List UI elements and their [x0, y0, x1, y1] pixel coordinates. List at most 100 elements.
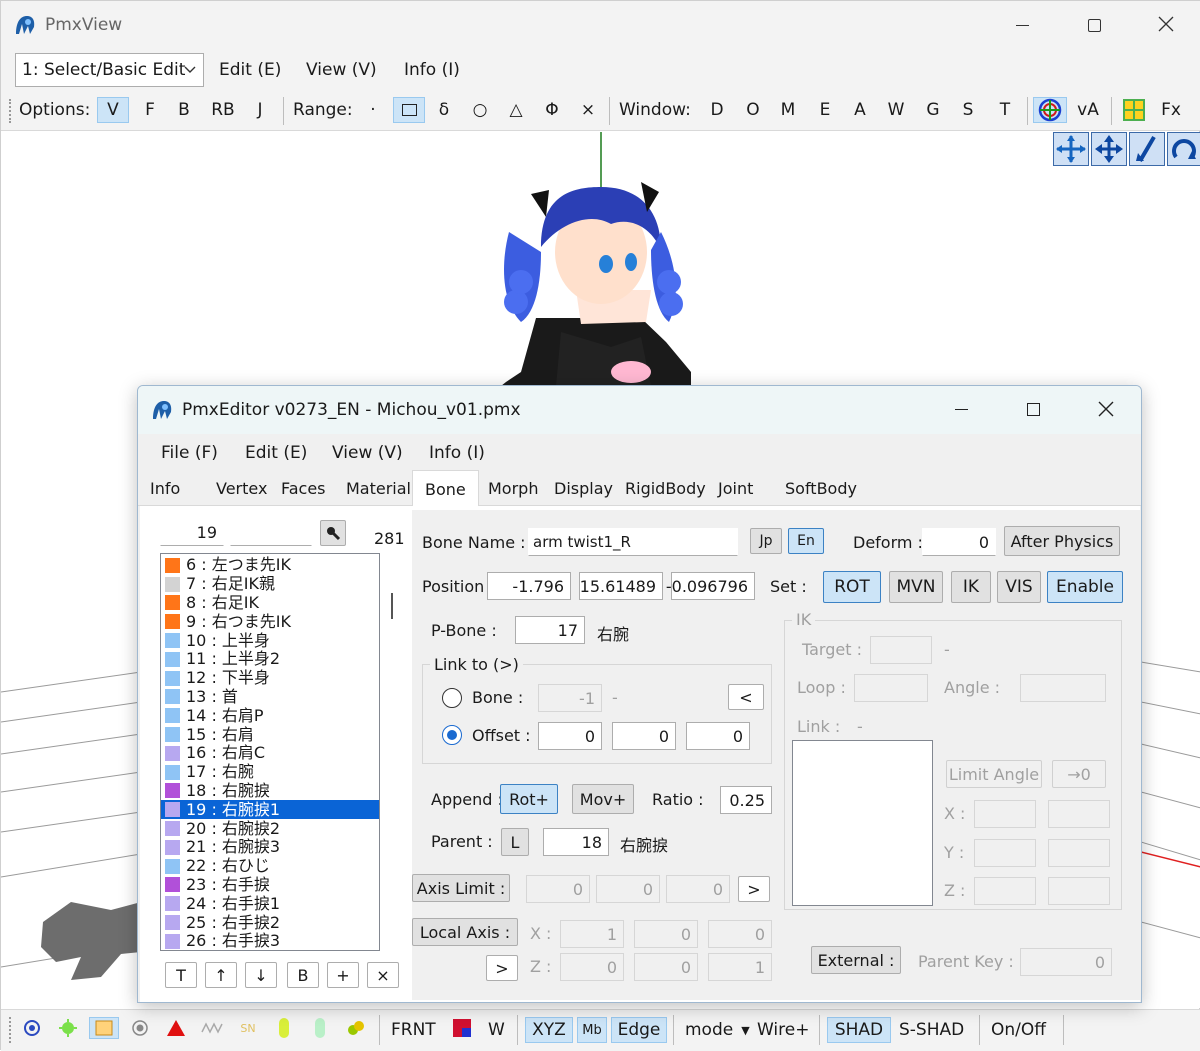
local-z2-input[interactable]: 0 — [634, 953, 698, 981]
rot-button[interactable]: ROT — [823, 571, 881, 603]
bone-link-input[interactable]: -1 — [538, 684, 602, 712]
color-swatch-icon[interactable] — [451, 1017, 473, 1039]
bone-radio[interactable] — [442, 688, 462, 708]
en-button[interactable]: En — [788, 528, 824, 554]
offset-y-input[interactable]: 0 — [612, 722, 676, 750]
tab-joint[interactable]: Joint — [712, 472, 759, 504]
capsule-icon[interactable] — [273, 1017, 295, 1039]
scrollbar-thumb[interactable] — [391, 593, 393, 619]
tab-faces[interactable]: Faces — [275, 472, 332, 504]
list-item[interactable]: 17 : 右腕 — [161, 763, 379, 782]
list-item[interactable]: 12 : 下半身 — [161, 669, 379, 688]
parent-input[interactable]: 18 — [543, 828, 609, 856]
position-x-input[interactable]: -1.796 — [487, 572, 571, 600]
list-item[interactable]: 11 : 上半身2 — [161, 650, 379, 669]
light-icon[interactable] — [57, 1017, 79, 1039]
list-item[interactable]: 14 : 右肩P — [161, 706, 379, 725]
sn-icon[interactable]: SN — [237, 1017, 259, 1039]
window-e[interactable]: E — [813, 97, 837, 123]
target-icon[interactable] — [21, 1017, 43, 1039]
shad-button[interactable]: SHAD — [827, 1017, 891, 1043]
parent-l-button[interactable]: L — [501, 828, 529, 856]
editor-menu-edit[interactable]: Edit (E) — [245, 443, 307, 463]
range-rect-icon[interactable] — [393, 97, 425, 123]
close-icon[interactable] — [1153, 11, 1179, 37]
window-t[interactable]: T — [993, 97, 1017, 123]
ik-link-list[interactable] — [792, 740, 933, 906]
texture-icon[interactable] — [89, 1017, 119, 1039]
minimize-icon[interactable] — [948, 396, 974, 422]
list-item[interactable]: 23 : 右手捩 — [161, 875, 379, 895]
tab-morph[interactable]: Morph — [482, 472, 544, 504]
wave-icon[interactable] — [201, 1017, 223, 1039]
ik-y-min-input[interactable] — [974, 839, 1036, 867]
editor-menu-file[interactable]: File (F) — [161, 443, 218, 463]
list-item[interactable]: 6 : 左つま先IK — [161, 556, 379, 575]
window-g[interactable]: G — [921, 97, 945, 123]
move-all-icon[interactable] — [1053, 132, 1089, 166]
maximize-icon[interactable] — [1020, 396, 1046, 422]
deform-input[interactable]: 0 — [922, 528, 996, 556]
bone-search-input[interactable] — [230, 518, 312, 546]
ratio-input[interactable]: 0.25 — [720, 786, 772, 814]
move-icon[interactable] — [1091, 132, 1127, 166]
enable-button[interactable]: Enable — [1047, 571, 1123, 603]
after-physics-button[interactable]: After Physics — [1004, 526, 1120, 556]
range-triangle[interactable]: △ — [503, 97, 529, 123]
bone-name-input[interactable]: arm twist1_R — [528, 528, 738, 556]
position-y-input[interactable]: 15.61489 — [579, 572, 663, 600]
position-z-input[interactable]: -0.096796 — [666, 572, 755, 600]
bone-icon[interactable] — [1129, 132, 1165, 166]
range-x[interactable]: × — [575, 97, 601, 123]
option-v[interactable]: V — [97, 97, 129, 123]
onoff-button[interactable]: On/Off — [991, 1017, 1046, 1043]
window-m[interactable]: M — [776, 97, 800, 123]
local-x2-input[interactable]: 0 — [634, 920, 698, 948]
ik-x-min-input[interactable] — [974, 800, 1036, 828]
mov-plus-button[interactable]: Mov+ — [572, 784, 634, 814]
list-button-bottom[interactable]: B — [287, 962, 319, 988]
fx-button[interactable]: Fx — [1157, 97, 1185, 123]
local-x3-input[interactable]: 0 — [708, 920, 772, 948]
axis-x-input[interactable]: 0 — [526, 875, 590, 903]
local-next-button[interactable]: > — [486, 955, 518, 981]
bone-list[interactable]: 6 : 左つま先IK 7 : 右足IK親 8 : 右足IK 9 : 右つま先IK 10 … — [160, 553, 380, 951]
viewer-menu-info[interactable]: Info (I) — [404, 60, 460, 80]
ik-angle-input[interactable] — [1020, 674, 1106, 702]
list-item[interactable]: 20 : 右腕捩2 — [161, 819, 379, 838]
to-zero-button[interactable]: →0 — [1052, 760, 1106, 788]
offset-z-input[interactable]: 0 — [686, 722, 750, 750]
ik-y-max-input[interactable] — [1048, 839, 1110, 867]
list-item[interactable]: 10 : 上半身 — [161, 631, 379, 650]
ik-target-input[interactable] — [870, 636, 932, 664]
bone-index-input[interactable]: 19 — [160, 518, 224, 546]
axis-gizmo-icon[interactable] — [1033, 97, 1067, 123]
list-item[interactable]: 26 : 右手捩3 — [161, 932, 379, 950]
edge-button[interactable]: Edge — [611, 1017, 667, 1043]
local-z3-input[interactable]: 1 — [708, 953, 772, 981]
ik-z-max-input[interactable] — [1048, 877, 1110, 905]
record-icon[interactable] — [129, 1017, 151, 1039]
list-item[interactable]: 13 : 首 — [161, 687, 379, 707]
ik-button[interactable]: IK — [951, 571, 991, 603]
list-button-down[interactable]: ↓ — [245, 962, 277, 988]
list-button-top[interactable]: T — [165, 962, 197, 988]
mode-dropdown[interactable]: mode ▼ — [685, 1017, 750, 1043]
option-j[interactable]: J — [247, 97, 273, 123]
list-item[interactable]: 9 : 右つま先IK — [161, 612, 379, 631]
link-prev-button[interactable]: < — [728, 684, 764, 710]
va-button[interactable]: vA — [1073, 97, 1103, 123]
list-item[interactable]: 7 : 右足IK親 — [161, 575, 379, 594]
xyz-button[interactable]: XYZ — [525, 1017, 573, 1043]
range-delta[interactable]: δ — [431, 97, 457, 123]
option-b[interactable]: B — [171, 97, 197, 123]
tab-bone[interactable]: Bone — [412, 470, 479, 508]
tab-info[interactable]: Info — [144, 472, 186, 504]
tab-material[interactable]: Material — [340, 472, 417, 504]
window-a[interactable]: A — [848, 97, 872, 123]
axis-next-button[interactable]: > — [738, 876, 770, 902]
list-button-up[interactable]: ↑ — [205, 962, 237, 988]
window-w[interactable]: W — [884, 97, 908, 123]
option-f[interactable]: F — [137, 97, 163, 123]
list-item[interactable]: 21 : 右腕捩3 — [161, 838, 379, 857]
